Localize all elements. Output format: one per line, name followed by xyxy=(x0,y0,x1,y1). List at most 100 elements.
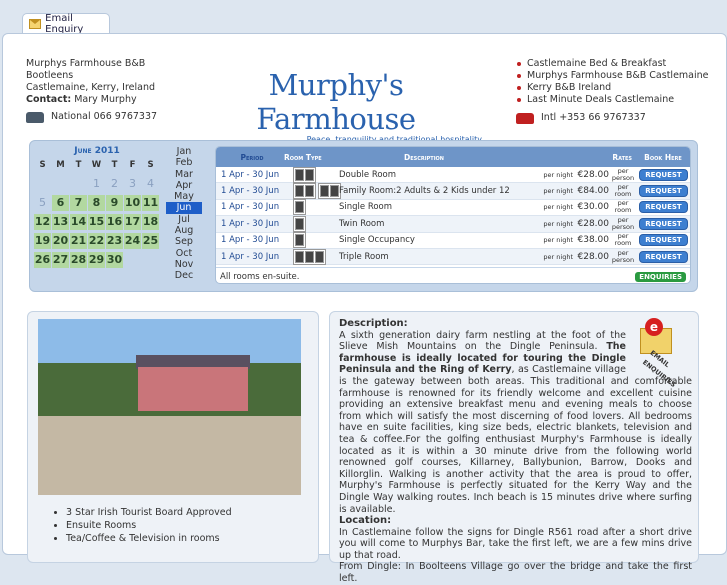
rates-table: Period Room Type Description Rates Book … xyxy=(215,146,691,284)
site-logo[interactable]: Murphy's Farmhouse Peace, tranquility an… xyxy=(186,68,486,144)
weekday-header: W xyxy=(91,160,102,170)
rate-period: 1 Apr - 30 Jun xyxy=(221,202,280,213)
calendar-day[interactable]: 3 xyxy=(124,176,141,192)
month-item[interactable]: Aug xyxy=(166,225,202,236)
calendar-day[interactable]: 21 xyxy=(70,233,87,249)
request-cell: REQUEST xyxy=(637,201,690,214)
month-item[interactable]: Jul xyxy=(166,214,202,225)
calendar-day[interactable]: 23 xyxy=(106,233,123,249)
contact-label: Contact: xyxy=(26,94,72,105)
request-button[interactable]: REQUEST xyxy=(639,234,688,247)
person-icon-group xyxy=(293,199,306,216)
calendar-day[interactable]: 12 xyxy=(34,214,51,230)
calendar-day[interactable]: 10 xyxy=(124,195,141,211)
person-icon xyxy=(315,250,324,263)
intl-phone: Intl +353 66 9767337 xyxy=(516,112,709,124)
calendar-day[interactable]: 27 xyxy=(52,252,69,268)
calendar-day[interactable]: 14 xyxy=(70,214,87,230)
calendar-day[interactable]: 19 xyxy=(34,233,51,249)
calendar-day[interactable]: 8 xyxy=(88,195,105,211)
month-item[interactable]: Apr xyxy=(166,180,202,191)
rate-price: €28.00 xyxy=(577,251,610,262)
calendar-day[interactable]: 18 xyxy=(142,214,159,230)
rate-row: 1 Apr - 30 Jun Single Occupancy per night €… xyxy=(216,232,690,249)
features-list: 3 Star Irish Tourist Board Approved Ensu… xyxy=(44,506,232,545)
calendar-day[interactable]: 25 xyxy=(142,233,159,249)
calendar-day[interactable]: 17 xyxy=(124,214,141,230)
weekday-header: F xyxy=(129,160,136,170)
request-button[interactable]: REQUEST xyxy=(639,185,688,198)
calendar-day[interactable]: 30 xyxy=(106,252,123,268)
enquiries-button[interactable]: ENQUIRIES xyxy=(635,272,686,283)
calendar-day[interactable]: 11 xyxy=(142,195,159,211)
rate-price: €38.00 xyxy=(577,235,610,246)
email-enquiries-badge[interactable]: e EMAIL ENQUIRIES xyxy=(632,318,692,389)
feature-item: 3 Star Irish Tourist Board Approved xyxy=(66,506,232,519)
person-icon-group xyxy=(293,183,316,200)
location-p1: In Castlemaine follow the signs for Ding… xyxy=(339,526,692,561)
room-type-icons xyxy=(293,199,333,216)
email-icon: e xyxy=(645,318,663,336)
related-link[interactable]: Murphys Farmhouse B&B Castlemaine xyxy=(516,70,709,82)
room-type-icons xyxy=(293,248,333,265)
person-icon xyxy=(305,185,314,198)
availability-calendar: June 2011 S M T W T F S 1 2 3 4 5 6 7 8 9 10 11 12 13 14 15 16… xyxy=(34,146,160,268)
rate-period: 1 Apr - 30 Jun xyxy=(221,235,280,246)
calendar-day[interactable]: 29 xyxy=(88,252,105,268)
calendar-day[interactable]: 2 xyxy=(106,176,123,192)
calendar-day[interactable]: 22 xyxy=(88,233,105,249)
calendar-day[interactable]: 28 xyxy=(70,252,87,268)
month-item[interactable]: Oct xyxy=(166,248,202,259)
related-link[interactable]: Castlemaine Bed & Breakfast xyxy=(516,58,709,70)
phone-icon xyxy=(516,112,534,124)
month-item[interactable]: Mar xyxy=(166,169,202,180)
rate-unit: per room xyxy=(614,232,632,248)
month-item[interactable]: Jan xyxy=(166,146,202,157)
month-item[interactable]: Sep xyxy=(166,236,202,247)
calendar-day[interactable]: 6 xyxy=(52,195,69,211)
envelope-icon xyxy=(29,18,42,29)
month-item[interactable]: Jun xyxy=(166,202,202,214)
weekday-header: M xyxy=(56,160,65,170)
month-item[interactable]: Nov xyxy=(166,259,202,270)
calendar-day[interactable]: 13 xyxy=(52,214,69,230)
calendar-day[interactable]: 26 xyxy=(34,252,51,268)
calendar-day[interactable]: 15 xyxy=(88,214,105,230)
request-button[interactable]: REQUEST xyxy=(639,250,688,263)
calendar-day[interactable]: 24 xyxy=(124,233,141,249)
calendar-day[interactable]: 7 xyxy=(70,195,87,211)
related-link[interactable]: Last Minute Deals Castlemaine xyxy=(516,94,709,106)
request-button[interactable]: REQUEST xyxy=(639,168,688,181)
email-enquiry-tab[interactable]: Email Enquiry xyxy=(22,13,110,35)
rate-period: 1 Apr - 30 Jun xyxy=(221,186,280,197)
rate-row: 1 Apr - 30 Jun Single Room per night €30.00… xyxy=(216,199,690,217)
request-cell: REQUEST xyxy=(637,250,690,263)
contact-name: Mary Murphy xyxy=(74,94,137,105)
month-item[interactable]: May xyxy=(166,191,202,202)
house-wall xyxy=(138,367,248,411)
header-period: Period xyxy=(240,152,264,162)
calendar-title: June 2011 xyxy=(74,146,120,156)
rate-unit: per room xyxy=(614,199,632,215)
rate-basis: per night xyxy=(543,252,573,261)
calendar-empty-cell xyxy=(34,176,51,192)
request-button[interactable]: REQUEST xyxy=(639,201,688,214)
calendar-day[interactable]: 5 xyxy=(34,195,51,211)
room-type-icons xyxy=(293,166,333,183)
request-button[interactable]: REQUEST xyxy=(639,217,688,230)
calendar-day[interactable]: 16 xyxy=(106,214,123,230)
rates-footer: All rooms en-suite. ENQUIRIES xyxy=(216,267,690,283)
calendar-day[interactable]: 9 xyxy=(106,195,123,211)
calendar-empty-cell xyxy=(124,252,141,268)
month-item[interactable]: Dec xyxy=(166,270,202,281)
calendar-day[interactable]: 20 xyxy=(52,233,69,249)
month-item[interactable]: Feb xyxy=(166,157,202,168)
calendar-day[interactable]: 4 xyxy=(142,176,159,192)
person-icon-group xyxy=(293,215,306,232)
person-icon xyxy=(320,185,329,198)
calendar-empty-cell xyxy=(52,176,69,192)
related-links: Castlemaine Bed & Breakfast Murphys Farm… xyxy=(516,58,709,124)
related-link[interactable]: Kerry B&B Ireland xyxy=(516,82,709,94)
description-p1: A sixth generation dairy farm nestling a… xyxy=(339,329,626,353)
calendar-day[interactable]: 1 xyxy=(88,176,105,192)
